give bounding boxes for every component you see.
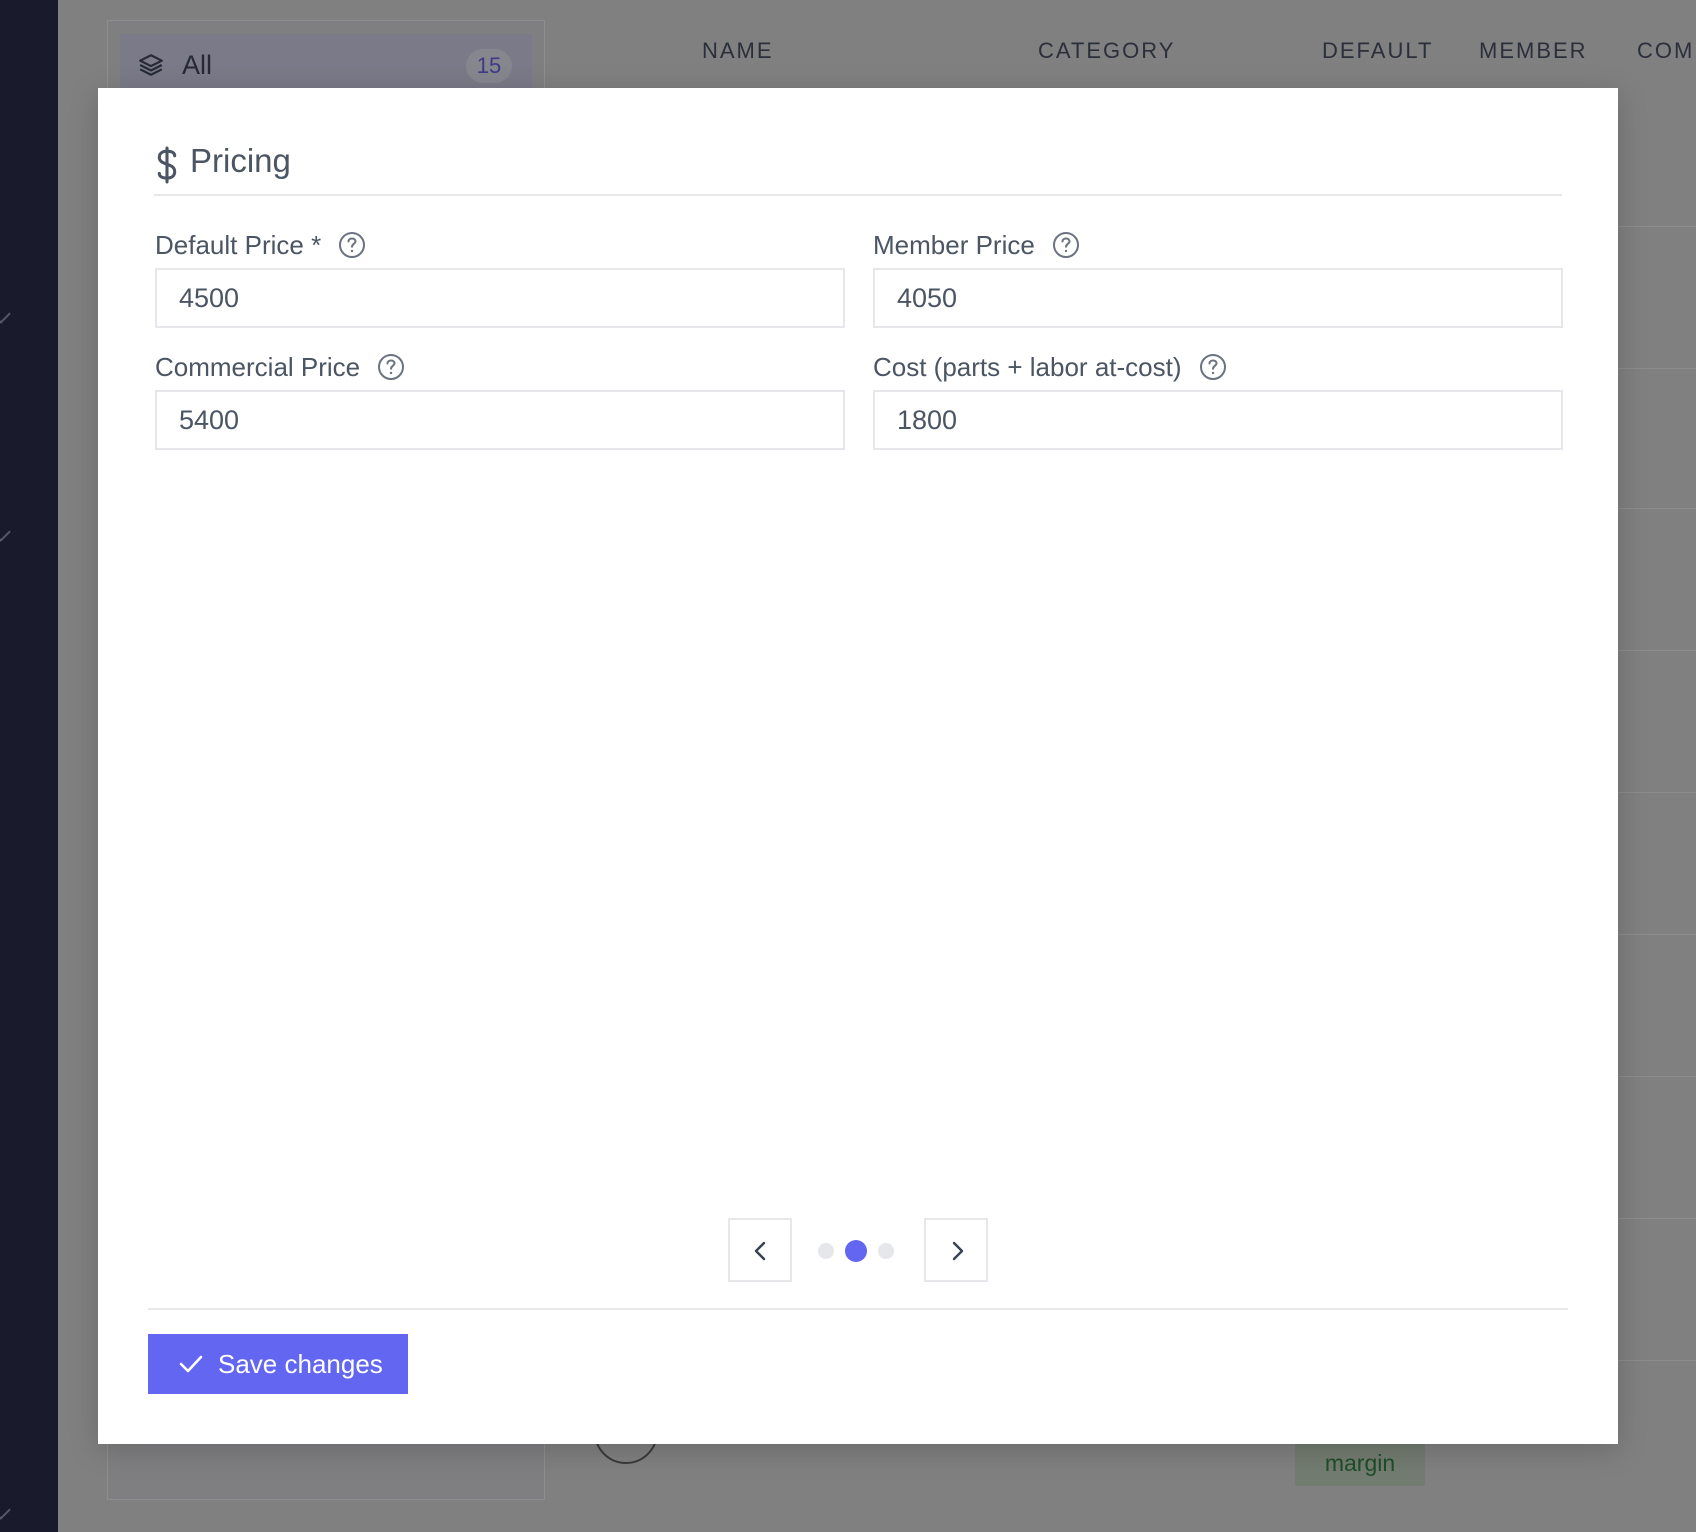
sidebar-check-icon: [0, 1504, 11, 1520]
column-header-member[interactable]: MEMBER: [1479, 38, 1588, 64]
footer-divider: [148, 1308, 1568, 1310]
sidebar-check-icon: [0, 308, 11, 324]
dollar-icon: [157, 146, 177, 184]
sidebar-check-icon: [0, 526, 11, 542]
column-header-default[interactable]: DEFAULT: [1322, 38, 1433, 64]
chevron-right-icon: [952, 1241, 964, 1261]
section-header-pricing: Pricing: [154, 142, 1562, 196]
default-price-label-row: Default Price *: [155, 228, 845, 262]
table-row-divider: [1618, 226, 1696, 227]
help-icon[interactable]: [376, 352, 406, 382]
filter-count-badge: 15: [466, 49, 512, 83]
table-row-divider: [1618, 368, 1696, 369]
step-dot-3[interactable]: [878, 1243, 894, 1259]
cost-input[interactable]: [873, 390, 1563, 450]
commercial-price-input[interactable]: [155, 390, 845, 450]
table-row-divider: [1618, 650, 1696, 651]
commercial-price-label-row: Commercial Price: [155, 350, 845, 384]
next-step-button[interactable]: [924, 1218, 988, 1282]
default-price-input[interactable]: [155, 268, 845, 328]
chevron-left-icon: [754, 1241, 766, 1261]
default-price-field: Default Price *: [155, 228, 845, 328]
member-price-field: Member Price: [873, 228, 1563, 328]
table-row-divider: [1618, 934, 1696, 935]
member-price-input[interactable]: [873, 268, 1563, 328]
column-header-category[interactable]: CATEGORY: [1038, 38, 1175, 64]
step-dot-1[interactable]: [818, 1243, 834, 1259]
margin-badge: margin: [1295, 1440, 1425, 1486]
column-header-name[interactable]: NAME: [702, 38, 774, 64]
check-icon: [179, 1355, 203, 1373]
table-row-divider: [1618, 1218, 1696, 1219]
section-title: Pricing: [190, 142, 291, 179]
table-row-divider: [1618, 792, 1696, 793]
table-row-divider: [1618, 1360, 1696, 1361]
help-icon[interactable]: [337, 230, 367, 260]
cost-label: Cost (parts + labor at-cost): [873, 352, 1182, 382]
cost-label-row: Cost (parts + labor at-cost): [873, 350, 1563, 384]
cost-field: Cost (parts + labor at-cost): [873, 350, 1563, 450]
table-row-divider: [1618, 508, 1696, 509]
commercial-price-field: Commercial Price: [155, 350, 845, 450]
step-pager: [728, 1218, 988, 1282]
save-changes-button[interactable]: Save changes: [148, 1334, 408, 1394]
commercial-price-label: Commercial Price: [155, 352, 361, 382]
filter-label: All: [182, 50, 213, 80]
help-icon[interactable]: [1051, 230, 1081, 260]
member-price-label-row: Member Price: [873, 228, 1563, 262]
save-changes-label: Save changes: [218, 1348, 383, 1379]
app-sidebar: [0, 0, 58, 1532]
help-icon[interactable]: [1198, 352, 1228, 382]
default-price-label: Default Price *: [155, 230, 322, 260]
member-price-label: Member Price: [873, 230, 1035, 260]
column-header-commercial[interactable]: COMM: [1637, 38, 1696, 64]
previous-step-button[interactable]: [728, 1218, 792, 1282]
filter-item-all[interactable]: All 15: [120, 34, 532, 94]
edit-service-modal: Pricing Default Price * Member Price: [98, 88, 1618, 1444]
layers-icon: [139, 54, 163, 76]
table-row-divider: [1618, 1076, 1696, 1077]
step-dot-2[interactable]: [845, 1240, 867, 1262]
